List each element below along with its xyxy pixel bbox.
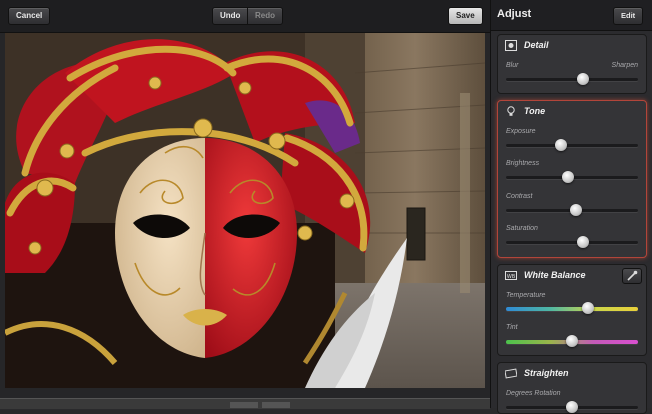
white-balance-icon: WB: [505, 271, 517, 280]
tint-slider-knob[interactable]: [566, 335, 578, 347]
brightness-slider[interactable]: [506, 171, 638, 183]
editor-toolbar: Cancel Undo Redo Save: [0, 0, 490, 33]
filmstrip: [0, 398, 490, 409]
redo-button[interactable]: Redo: [247, 7, 283, 25]
saturation-slider[interactable]: [506, 236, 638, 248]
temperature-slider-knob[interactable]: [581, 302, 594, 314]
straighten-title: Straighten: [524, 368, 569, 378]
white-balance-section: WB White Balance Temperature Tint: [497, 264, 647, 356]
save-button[interactable]: Save: [448, 7, 483, 25]
adjust-title: Adjust: [497, 8, 532, 20]
exposure-label: Exposure: [506, 128, 536, 135]
tint-slider[interactable]: [506, 335, 638, 347]
white-balance-title: White Balance: [524, 270, 586, 280]
detail-title: Detail: [524, 40, 549, 50]
tone-section: Tone Exposure Brightness Contrast Satura…: [497, 100, 647, 258]
temperature-slider[interactable]: [506, 302, 638, 314]
tint-label: Tint: [506, 324, 518, 331]
edit-button[interactable]: Edit: [613, 7, 644, 25]
contrast-slider[interactable]: [506, 204, 638, 216]
lightbulb-icon: [507, 106, 515, 116]
detail-slider[interactable]: [506, 73, 638, 85]
blur-label: Blur: [506, 62, 519, 69]
straighten-header[interactable]: Straighten: [498, 363, 646, 385]
saturation-label: Saturation: [506, 225, 538, 232]
detail-slider-knob[interactable]: [576, 73, 589, 85]
adjust-header: Adjust Edit: [491, 0, 652, 31]
eyedropper-button[interactable]: [622, 268, 642, 284]
contrast-label: Contrast: [506, 193, 533, 200]
filmstrip-thumb[interactable]: [262, 402, 290, 408]
editor-area: Cancel Undo Redo Save: [0, 0, 490, 409]
detail-icon: [505, 40, 517, 51]
detail-header[interactable]: Detail: [498, 35, 646, 57]
straighten-icon: [505, 368, 517, 379]
exposure-slider[interactable]: [506, 139, 638, 151]
temperature-label: Temperature: [506, 292, 546, 299]
brightness-slider-knob[interactable]: [562, 171, 575, 183]
brightness-label: Brightness: [506, 160, 540, 167]
photo-canvas[interactable]: [5, 33, 485, 388]
sharpen-label: Sharpen: [611, 62, 638, 69]
contrast-slider-knob[interactable]: [569, 204, 582, 216]
white-balance-header[interactable]: WB White Balance: [498, 265, 646, 287]
saturation-slider-knob[interactable]: [576, 236, 589, 248]
svg-text:WB: WB: [507, 274, 516, 280]
venetian-mask-photo: [5, 33, 485, 388]
detail-section: Detail Blur Sharpen: [497, 34, 647, 94]
straighten-section: Straighten Degrees Rotation: [497, 362, 647, 414]
tone-header[interactable]: Tone: [498, 101, 646, 123]
cancel-button[interactable]: Cancel: [8, 7, 51, 25]
filmstrip-thumb[interactable]: [230, 402, 258, 408]
adjust-panel: Adjust Edit Detail Blur Sharpen Tone Exp…: [490, 0, 652, 414]
exposure-slider-knob[interactable]: [555, 139, 568, 151]
undo-button[interactable]: Undo: [212, 7, 249, 25]
eyedropper-icon: [627, 270, 638, 281]
rotation-slider-knob[interactable]: [566, 401, 578, 413]
degrees-rotation-label: Degrees Rotation: [506, 390, 561, 397]
tone-title: Tone: [524, 106, 546, 116]
